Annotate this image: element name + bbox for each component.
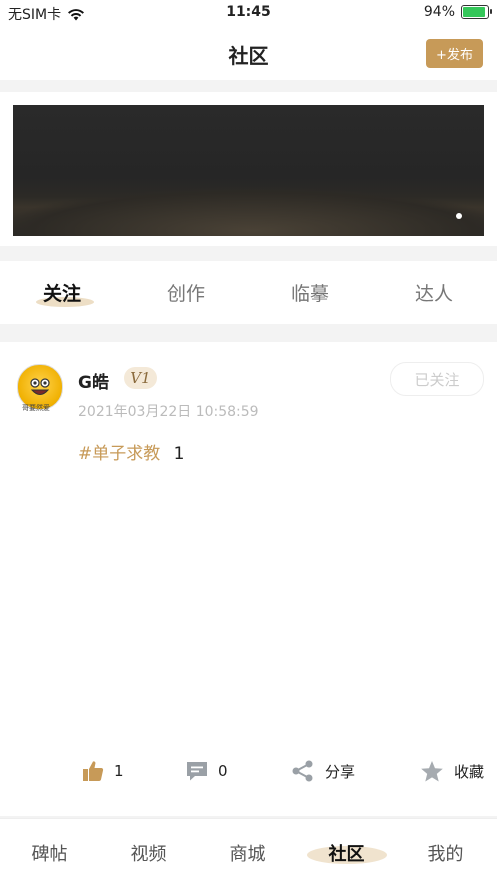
nav-item-community[interactable]: 社区 — [297, 840, 396, 866]
banner-landscape-image — [13, 186, 484, 236]
battery-icon — [461, 5, 492, 19]
share-button[interactable]: 分享 — [291, 760, 355, 782]
bottom-navigation: 碑帖 视频 商城 社区 我的 — [0, 818, 497, 884]
comment-button[interactable]: 0 — [186, 760, 228, 782]
like-button[interactable]: 1 — [82, 760, 124, 782]
star-icon — [421, 761, 443, 782]
carousel-page-indicator — [456, 213, 462, 219]
collect-button[interactable]: 收藏 — [420, 760, 484, 783]
like-count: 1 — [114, 762, 124, 780]
post-card[interactable]: 哥要然爱 G皓 V1 已关注 2021年03月22日 10:58:59 #单子求… — [0, 342, 497, 816]
avatar-face-icon — [30, 378, 50, 395]
tab-experts[interactable]: 达人 — [372, 279, 496, 306]
comment-count: 0 — [218, 762, 228, 780]
nav-label: 社区 — [328, 844, 365, 865]
nav-label: 我的 — [427, 844, 464, 865]
status-time: 11:45 — [226, 4, 271, 20]
collect-label: 收藏 — [454, 763, 485, 781]
tab-label: 关注 — [42, 283, 81, 305]
post-actions: 1 0 分享 收藏 — [0, 760, 497, 790]
nav-item-mall[interactable]: 商城 — [198, 840, 297, 866]
nav-item-videos[interactable]: 视频 — [99, 840, 198, 866]
tab-label: 创作 — [166, 283, 205, 305]
post-timestamp: 2021年03月22日 10:58:59 — [78, 404, 259, 420]
publish-button[interactable]: +发布 — [426, 39, 483, 68]
comment-icon — [187, 762, 207, 781]
nav-label: 商城 — [229, 844, 266, 865]
thumbs-up-icon — [83, 761, 104, 781]
banner-section — [0, 92, 497, 246]
post-username[interactable]: G皓 — [78, 368, 109, 393]
top-navigation: 社区 +发布 — [0, 26, 497, 80]
status-bar: 无SIM卡 11:45 94% — [0, 0, 497, 26]
post-text: 1 — [173, 444, 185, 464]
post-hashtag[interactable]: #单子求教 — [78, 444, 160, 464]
vip-badge: V1 — [124, 367, 157, 389]
tab-follow[interactable]: 关注 — [0, 279, 124, 307]
battery-percent: 94% — [423, 4, 455, 20]
nav-item-me[interactable]: 我的 — [396, 840, 495, 866]
post-content: #单子求教 1 — [78, 439, 184, 464]
tab-copy[interactable]: 临摹 — [248, 279, 372, 306]
nav-item-rubbings[interactable]: 碑帖 — [0, 840, 99, 866]
tab-label: 临摹 — [290, 283, 329, 305]
nav-label: 视频 — [130, 844, 167, 865]
category-tabs: 关注 创作 临摹 达人 — [0, 261, 497, 324]
page-title: 社区 — [228, 44, 269, 68]
nav-label: 碑帖 — [31, 844, 68, 865]
avatar-caption: 哥要然爱 — [22, 404, 50, 412]
follow-button[interactable]: 已关注 — [390, 362, 484, 396]
banner-carousel[interactable] — [13, 105, 484, 236]
tab-create[interactable]: 创作 — [124, 279, 248, 306]
tab-label: 达人 — [414, 283, 453, 305]
share-label: 分享 — [325, 762, 356, 781]
share-icon — [292, 760, 313, 782]
